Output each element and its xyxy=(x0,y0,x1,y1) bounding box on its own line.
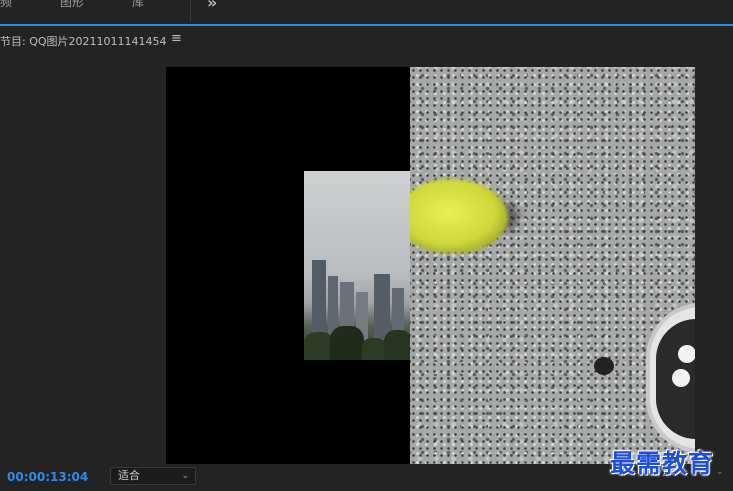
panel-menu-icon[interactable]: ≡ xyxy=(171,31,182,46)
overflow-menu-icon[interactable]: » xyxy=(207,0,217,12)
tab-libraries[interactable]: 库 xyxy=(132,0,144,10)
chevron-down-icon: ⌄ xyxy=(181,471,189,481)
tab-divider xyxy=(190,0,191,22)
chick-image xyxy=(410,179,508,253)
panel-tab-bar: 频 图形 库 » xyxy=(0,0,733,24)
watermark-logo: 最需教育 xyxy=(610,449,715,478)
zoom-fit-select[interactable]: 适合 ⌄ xyxy=(110,467,196,485)
zoom-fit-value: 适合 xyxy=(118,469,140,482)
city-clip-image xyxy=(304,171,410,360)
program-monitor-viewer[interactable] xyxy=(166,67,695,464)
chevron-down-icon[interactable]: ⌄ xyxy=(716,467,724,477)
panel-title: 节目: QQ图片20211011141454 xyxy=(0,35,167,48)
round-device-image xyxy=(646,303,695,453)
stone-chick-clip-image xyxy=(410,67,695,464)
tab-video[interactable]: 频 xyxy=(0,0,12,10)
program-monitor-header: 节目: QQ图片20211011141454 ≡ xyxy=(0,26,733,54)
pebble xyxy=(594,357,614,375)
playhead-timecode[interactable]: 00:00:13:04 xyxy=(7,470,88,484)
tab-graphics[interactable]: 图形 xyxy=(60,0,84,10)
